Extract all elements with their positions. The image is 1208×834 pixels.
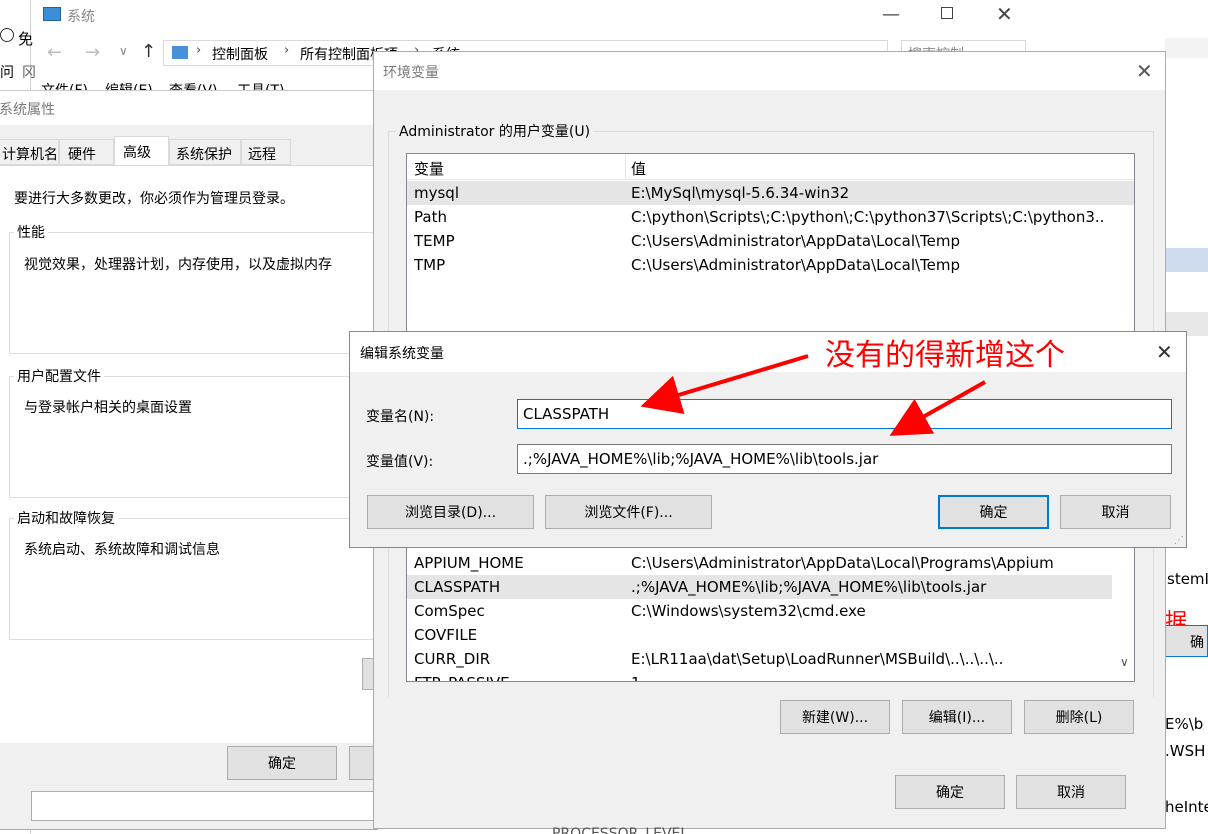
annotation-arrow-to-value	[889, 380, 986, 436]
annotation-arrow-to-name	[640, 354, 809, 415]
annotation-arrows-icon	[640, 354, 986, 436]
